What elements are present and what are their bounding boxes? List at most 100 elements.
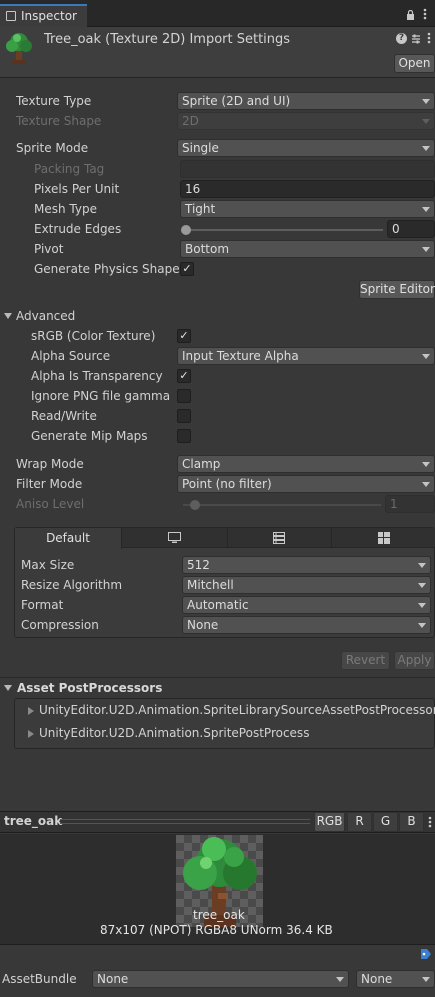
texture-info-label: 87x107 (NPOT) RGBA8 UNorm 36.4 KB <box>100 923 333 937</box>
chevron-down-icon <box>422 99 430 104</box>
texture-type-dropdown[interactable]: Sprite (2D and UI) <box>177 92 435 110</box>
resize-algorithm-label: Resize Algorithm <box>21 578 123 592</box>
compression-label: Compression <box>21 618 99 632</box>
format-dropdown[interactable]: Automatic <box>182 596 431 614</box>
max-size-dropdown[interactable]: 512 <box>182 556 431 574</box>
header-title: Tree_oak (Texture 2D) Import Settings <box>44 32 291 47</box>
sprite-editor-button[interactable]: Sprite Editor <box>359 280 435 299</box>
texture-type-label: Texture Type <box>16 94 92 108</box>
postprocessors-foldout-icon[interactable] <box>4 685 12 691</box>
inspector-icon <box>6 11 16 21</box>
mesh-type-value: Tight <box>185 202 216 216</box>
channel-b-button[interactable]: B <box>399 812 424 832</box>
max-size-value: 512 <box>187 558 210 572</box>
chevron-down-icon <box>336 977 344 982</box>
platform-tab-default[interactable]: Default <box>15 528 122 549</box>
windows-icon <box>378 532 390 544</box>
platform-tab-windows[interactable] <box>332 528 435 548</box>
filter-mode-dropdown[interactable]: Point (no filter) <box>177 475 435 493</box>
alpha-source-dropdown[interactable]: Input Texture Alpha <box>177 347 435 365</box>
ignore-png-gamma-checkbox[interactable] <box>177 389 191 403</box>
extrude-edges-slider-handle[interactable] <box>181 225 191 235</box>
pixels-per-unit-field[interactable]: 16 <box>180 180 435 198</box>
advanced-foldout-label[interactable]: Advanced <box>16 309 75 323</box>
texture-shape-label: Texture Shape <box>16 114 102 128</box>
postprocessor-expand-icon[interactable] <box>28 707 34 715</box>
srgb-label: sRGB (Color Texture) <box>31 329 156 343</box>
assetbundle-label: AssetBundle <box>2 972 77 986</box>
tab-inspector[interactable]: Inspector <box>0 4 87 27</box>
format-label: Format <box>21 598 64 612</box>
generate-physics-shape-checkbox[interactable]: ✓ <box>180 262 194 276</box>
chevron-down-icon <box>418 563 426 568</box>
advanced-foldout-icon[interactable] <box>4 313 12 319</box>
preset-icon[interactable] <box>411 33 421 44</box>
compression-value: None <box>187 618 219 632</box>
sprite-mode-value: Single <box>182 141 219 155</box>
postprocessor-item[interactable]: UnityEditor.U2D.Animation.SpriteLibraryS… <box>39 703 435 717</box>
mesh-type-dropdown[interactable]: Tight <box>180 200 435 218</box>
help-icon[interactable]: ? <box>396 33 407 44</box>
sprite-mode-dropdown[interactable]: Single <box>177 139 435 157</box>
sprite-name-label: tree_oak <box>193 908 245 922</box>
preview-menu-icon[interactable] <box>428 815 432 829</box>
read-write-checkbox[interactable] <box>177 409 191 423</box>
revert-button[interactable]: Revert <box>341 651 390 670</box>
ignore-png-gamma-label: Ignore PNG file gamma <box>31 389 171 403</box>
platform-tab-standalone[interactable] <box>122 528 228 548</box>
read-write-label: Read/Write <box>31 409 97 423</box>
texture-shape-value: 2D <box>182 114 199 128</box>
postprocessor-item[interactable]: UnityEditor.U2D.Animation.SpritePostProc… <box>39 726 309 740</box>
platform-tab-server[interactable] <box>228 528 332 548</box>
open-button[interactable]: Open <box>394 54 435 73</box>
packing-tag-label: Packing Tag <box>34 162 105 176</box>
chevron-down-icon <box>422 207 430 212</box>
max-size-label: Max Size <box>21 558 75 572</box>
lock-icon[interactable] <box>406 9 415 20</box>
postprocessor-expand-icon[interactable] <box>28 730 34 738</box>
generate-mip-maps-checkbox[interactable] <box>177 429 191 443</box>
assetbundle-variant-dropdown[interactable]: None <box>356 970 435 988</box>
resize-algorithm-dropdown[interactable]: Mitchell <box>182 576 431 594</box>
generate-mip-maps-label: Generate Mip Maps <box>31 429 148 443</box>
texture-type-value: Sprite (2D and UI) <box>182 94 291 108</box>
postprocessors-divider <box>0 677 435 678</box>
wrap-mode-dropdown[interactable]: Clamp <box>177 455 435 473</box>
extrude-edges-slider-track[interactable] <box>186 229 383 231</box>
preview-drag-handle[interactable] <box>60 819 310 824</box>
filter-mode-label: Filter Mode <box>16 477 83 491</box>
extrude-edges-field[interactable]: 0 <box>387 220 435 238</box>
generate-physics-shape-label: Generate Physics Shape <box>34 262 180 276</box>
pivot-label: Pivot <box>34 242 64 256</box>
assetbundle-name-dropdown[interactable]: None <box>92 970 349 988</box>
assetbundle-variant-value: None <box>361 972 393 986</box>
compression-dropdown[interactable]: None <box>182 616 431 634</box>
preview-title: tree_oak <box>4 814 63 828</box>
pivot-dropdown[interactable]: Bottom <box>180 240 435 258</box>
channel-r-button[interactable]: R <box>347 812 372 832</box>
srgb-checkbox[interactable]: ✓ <box>177 329 191 343</box>
aniso-level-label: Aniso Level <box>16 497 85 511</box>
apply-button[interactable]: Apply <box>394 651 435 670</box>
packing-tag-field <box>180 160 435 178</box>
filter-mode-value: Point (no filter) <box>182 477 272 491</box>
mesh-type-label: Mesh Type <box>34 202 97 216</box>
channel-g-button[interactable]: G <box>373 812 398 832</box>
channel-rgb-button[interactable]: RGB <box>314 812 345 832</box>
alpha-is-transparency-checkbox[interactable]: ✓ <box>177 369 191 383</box>
alpha-source-label: Alpha Source <box>31 349 111 363</box>
platform-tab-default-label: Default <box>46 531 90 545</box>
chevron-down-icon <box>422 977 430 982</box>
alpha-is-transparency-label: Alpha Is Transparency <box>31 369 163 383</box>
label-tag-icon[interactable] <box>420 948 432 960</box>
chevron-down-icon <box>422 354 430 359</box>
monitor-icon <box>168 532 181 543</box>
chevron-down-icon <box>418 603 426 608</box>
chevron-down-icon <box>422 247 430 252</box>
tab-menu-icon[interactable] <box>423 7 427 21</box>
context-menu-icon[interactable] <box>427 31 431 45</box>
postprocessors-title[interactable]: Asset PostProcessors <box>17 681 162 695</box>
chevron-down-icon <box>418 623 426 628</box>
chevron-down-icon <box>422 146 430 151</box>
tree-asset-icon <box>5 31 33 65</box>
